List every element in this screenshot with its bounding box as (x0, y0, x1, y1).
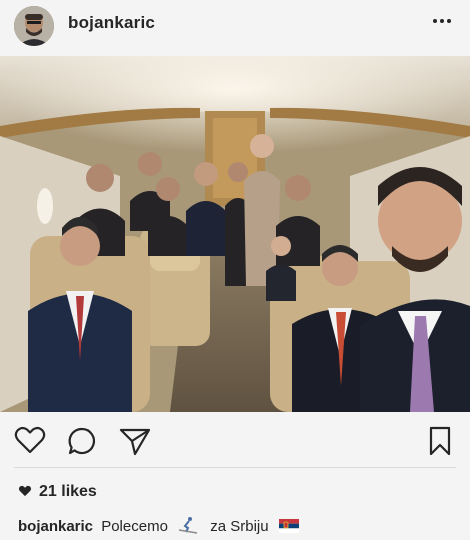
avatar[interactable] (14, 6, 54, 46)
caption-username[interactable]: bojankaric (18, 518, 93, 535)
heart-filled-icon (18, 484, 32, 500)
post-header: bojankaric (0, 0, 470, 50)
username[interactable]: bojankaric (68, 13, 155, 33)
caption-text-2: za Srbiju (210, 518, 269, 535)
likes-count[interactable]: 21 likes (18, 483, 97, 501)
skier-icon (178, 516, 198, 538)
divider (14, 467, 456, 468)
ellipsis-icon[interactable] (432, 11, 452, 35)
action-bar (0, 420, 470, 460)
paper-plane-icon[interactable] (119, 426, 151, 461)
comment-bubble-icon[interactable] (67, 426, 97, 461)
likes-text: 21 likes (39, 483, 97, 500)
bookmark-icon[interactable] (428, 426, 452, 461)
post-photo[interactable] (0, 56, 470, 412)
serbian-flag-icon (278, 519, 299, 537)
caption-text-1: Polecemo (101, 518, 168, 535)
caption: bojankaric Polecemo za Srbiju (18, 516, 299, 538)
heart-outline-icon[interactable] (14, 426, 46, 459)
